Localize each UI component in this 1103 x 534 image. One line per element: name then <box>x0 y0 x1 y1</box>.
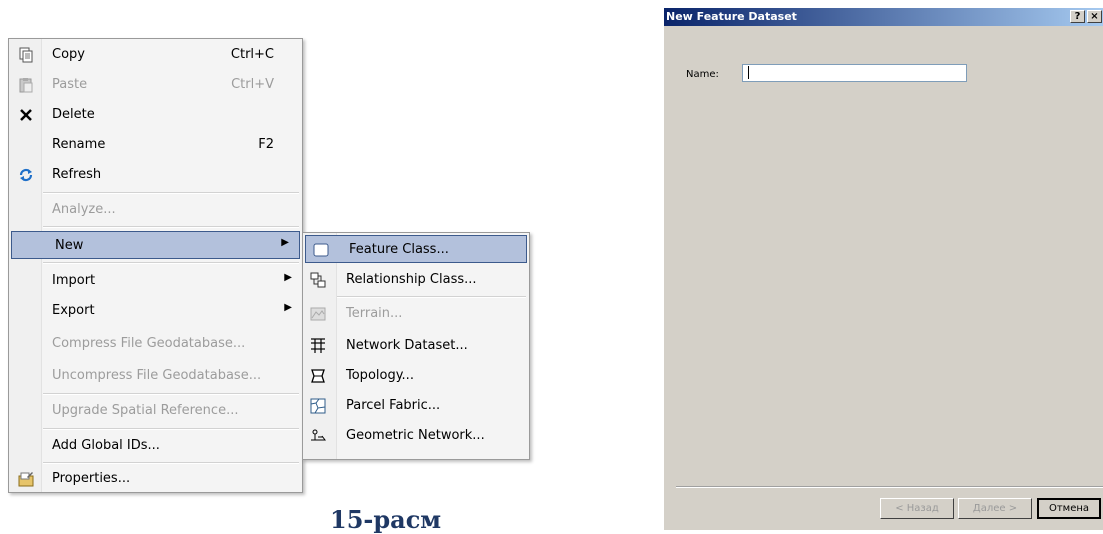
next-button[interactable]: Далее > <box>958 498 1032 519</box>
new-feature-dataset-dialog: New Feature Dataset ? × Name: < Назад Да… <box>664 8 1103 530</box>
dialog-title-bar[interactable]: New Feature Dataset ? × <box>664 8 1103 26</box>
network-dataset-icon <box>310 338 326 354</box>
menu-item-label: Refresh <box>52 167 102 182</box>
menu-item-copy[interactable]: Copy Ctrl+C <box>9 41 302 69</box>
menu-item-new[interactable]: New ▶ <box>11 231 300 259</box>
refresh-icon <box>18 167 34 183</box>
submenu-item-parcel-fabric[interactable]: Parcel Fabric... <box>303 392 529 420</box>
menu-separator <box>43 428 299 430</box>
relationship-class-icon <box>310 272 326 288</box>
terrain-icon <box>310 306 326 322</box>
paste-icon <box>18 77 34 93</box>
cancel-button[interactable]: Отмена <box>1037 498 1101 519</box>
shortcut-label: Ctrl+C <box>230 47 274 62</box>
copy-icon <box>18 47 34 63</box>
button-area-divider <box>676 486 1103 488</box>
menu-item-label: Delete <box>52 107 95 122</box>
menu-separator <box>43 192 299 194</box>
new-submenu: Feature Class... Relationship Class... T… <box>302 232 530 460</box>
menu-item-refresh[interactable]: Refresh <box>9 161 302 189</box>
menu-item-label: Analyze... <box>52 202 116 217</box>
text-caret <box>748 66 749 79</box>
topology-icon <box>310 368 326 384</box>
submenu-item-feature-class[interactable]: Feature Class... <box>305 235 527 263</box>
submenu-item-label: Geometric Network... <box>346 428 485 443</box>
submenu-item-geometric-network[interactable]: Geometric Network... <box>303 422 529 450</box>
submenu-item-topology[interactable]: Topology... <box>303 362 529 390</box>
name-input[interactable] <box>742 64 967 82</box>
help-button[interactable]: ? <box>1070 10 1085 23</box>
submenu-item-relationship-class[interactable]: Relationship Class... <box>303 266 529 294</box>
submenu-item-label: Terrain... <box>346 306 403 321</box>
menu-item-label: Upgrade Spatial Reference... <box>52 403 239 418</box>
menu-item-delete[interactable]: Delete <box>9 101 302 129</box>
menu-item-add-global-ids[interactable]: Add Global IDs... <box>9 432 302 460</box>
submenu-item-label: Topology... <box>346 368 414 383</box>
submenu-item-label: Relationship Class... <box>346 272 477 287</box>
shortcut-label: F2 <box>258 137 274 152</box>
menu-item-label: Paste <box>52 77 88 92</box>
menu-separator <box>43 226 299 228</box>
menu-item-export[interactable]: Export ▶ <box>9 297 302 325</box>
menu-item-label: Compress File Geodatabase... <box>52 336 246 351</box>
submenu-item-network-dataset[interactable]: Network Dataset... <box>303 332 529 360</box>
menu-item-rename[interactable]: Rename F2 <box>9 131 302 159</box>
submenu-arrow-icon: ▶ <box>284 272 292 283</box>
menu-item-label: Uncompress File Geodatabase... <box>52 368 262 383</box>
menu-separator <box>43 462 299 464</box>
menu-item-compress[interactable]: Compress File Geodatabase... <box>9 330 302 358</box>
menu-item-label: Export <box>52 303 95 318</box>
menu-item-uncompress[interactable]: Uncompress File Geodatabase... <box>9 362 302 390</box>
dialog-title: New Feature Dataset <box>666 10 797 23</box>
menu-separator <box>43 393 299 395</box>
back-button[interactable]: < Назад <box>880 498 954 519</box>
name-label: Name: <box>686 69 719 80</box>
geometric-network-icon <box>310 428 326 444</box>
menu-item-upgrade-spatial-reference[interactable]: Upgrade Spatial Reference... <box>9 397 302 425</box>
submenu-item-label: Feature Class... <box>349 242 449 257</box>
context-menu: Copy Ctrl+C Paste Ctrl+V Delete Rename F… <box>8 38 303 493</box>
menu-separator <box>337 296 526 298</box>
menu-item-import[interactable]: Import ▶ <box>9 267 302 295</box>
menu-item-properties[interactable]: Properties... <box>9 465 302 493</box>
submenu-arrow-icon: ▶ <box>284 302 292 313</box>
properties-icon <box>18 471 34 487</box>
shortcut-label: Ctrl+V <box>231 77 274 92</box>
submenu-arrow-icon: ▶ <box>281 237 289 248</box>
menu-item-label: Import <box>52 273 96 288</box>
submenu-item-label: Network Dataset... <box>346 338 468 353</box>
submenu-item-terrain[interactable]: Terrain... <box>303 300 529 328</box>
menu-item-label: Properties... <box>52 471 131 486</box>
parcel-fabric-icon <box>310 398 326 414</box>
menu-item-label: Add Global IDs... <box>52 438 160 453</box>
menu-separator <box>43 262 299 264</box>
close-button[interactable]: × <box>1087 10 1102 23</box>
delete-icon <box>18 107 34 123</box>
menu-item-label: Rename <box>52 137 106 152</box>
menu-item-analyze[interactable]: Analyze... <box>9 196 302 224</box>
menu-item-label: New <box>55 238 84 253</box>
submenu-item-label: Parcel Fabric... <box>346 398 441 413</box>
feature-class-icon <box>313 242 329 258</box>
menu-item-paste[interactable]: Paste Ctrl+V <box>9 71 302 99</box>
menu-item-label: Copy <box>52 47 85 62</box>
